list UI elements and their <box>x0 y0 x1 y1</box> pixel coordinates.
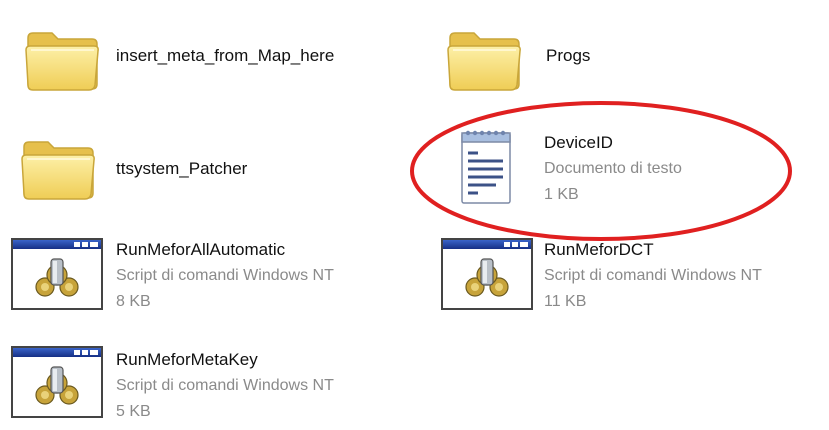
file-type-description: Script di comandi Windows NT <box>544 267 762 284</box>
file-type-description: Documento di testo <box>544 160 682 177</box>
file-item-runmefordct[interactable]: RunMeforDCT Script di comandi Windows NT… <box>430 232 829 322</box>
file-item-runmeformetakey[interactable]: RunMeforMetaKey Script di comandi Window… <box>0 340 420 430</box>
file-item-ttsystem-patcher[interactable]: ttsystem_Patcher <box>0 115 400 225</box>
batch-script-icon <box>440 237 534 311</box>
notepad-document-icon <box>456 127 516 207</box>
file-name: RunMeforMetaKey <box>116 350 258 369</box>
file-item-runmeforallautomatic[interactable]: RunMeforAllAutomatic Script di comandi W… <box>0 232 420 322</box>
batch-script-icon <box>10 237 104 311</box>
file-type-description: Script di comandi Windows NT <box>116 267 334 284</box>
file-item-insert-meta-from-map-here[interactable]: insert_meta_from_Map_here <box>0 0 400 110</box>
file-name: insert_meta_from_Map_here <box>116 46 335 65</box>
file-item-deviceid[interactable]: DeviceID Documento di testo 1 KB <box>440 115 780 225</box>
batch-script-icon <box>10 345 104 419</box>
file-name: ttsystem_Patcher <box>116 159 248 178</box>
file-size: 1 KB <box>544 186 579 203</box>
folder-icon <box>444 24 524 94</box>
file-type-description: Script di comandi Windows NT <box>116 377 334 394</box>
file-name: RunMeforDCT <box>544 240 654 259</box>
folder-icon <box>18 133 98 203</box>
file-size: 11 KB <box>544 293 587 310</box>
folder-icon <box>22 24 102 94</box>
file-name: Progs <box>546 46 591 65</box>
file-size: 8 KB <box>116 293 151 310</box>
file-size: 5 KB <box>116 403 151 420</box>
file-name: DeviceID <box>544 133 613 152</box>
file-name: RunMeforAllAutomatic <box>116 240 286 259</box>
file-item-progs[interactable]: Progs <box>420 0 820 110</box>
